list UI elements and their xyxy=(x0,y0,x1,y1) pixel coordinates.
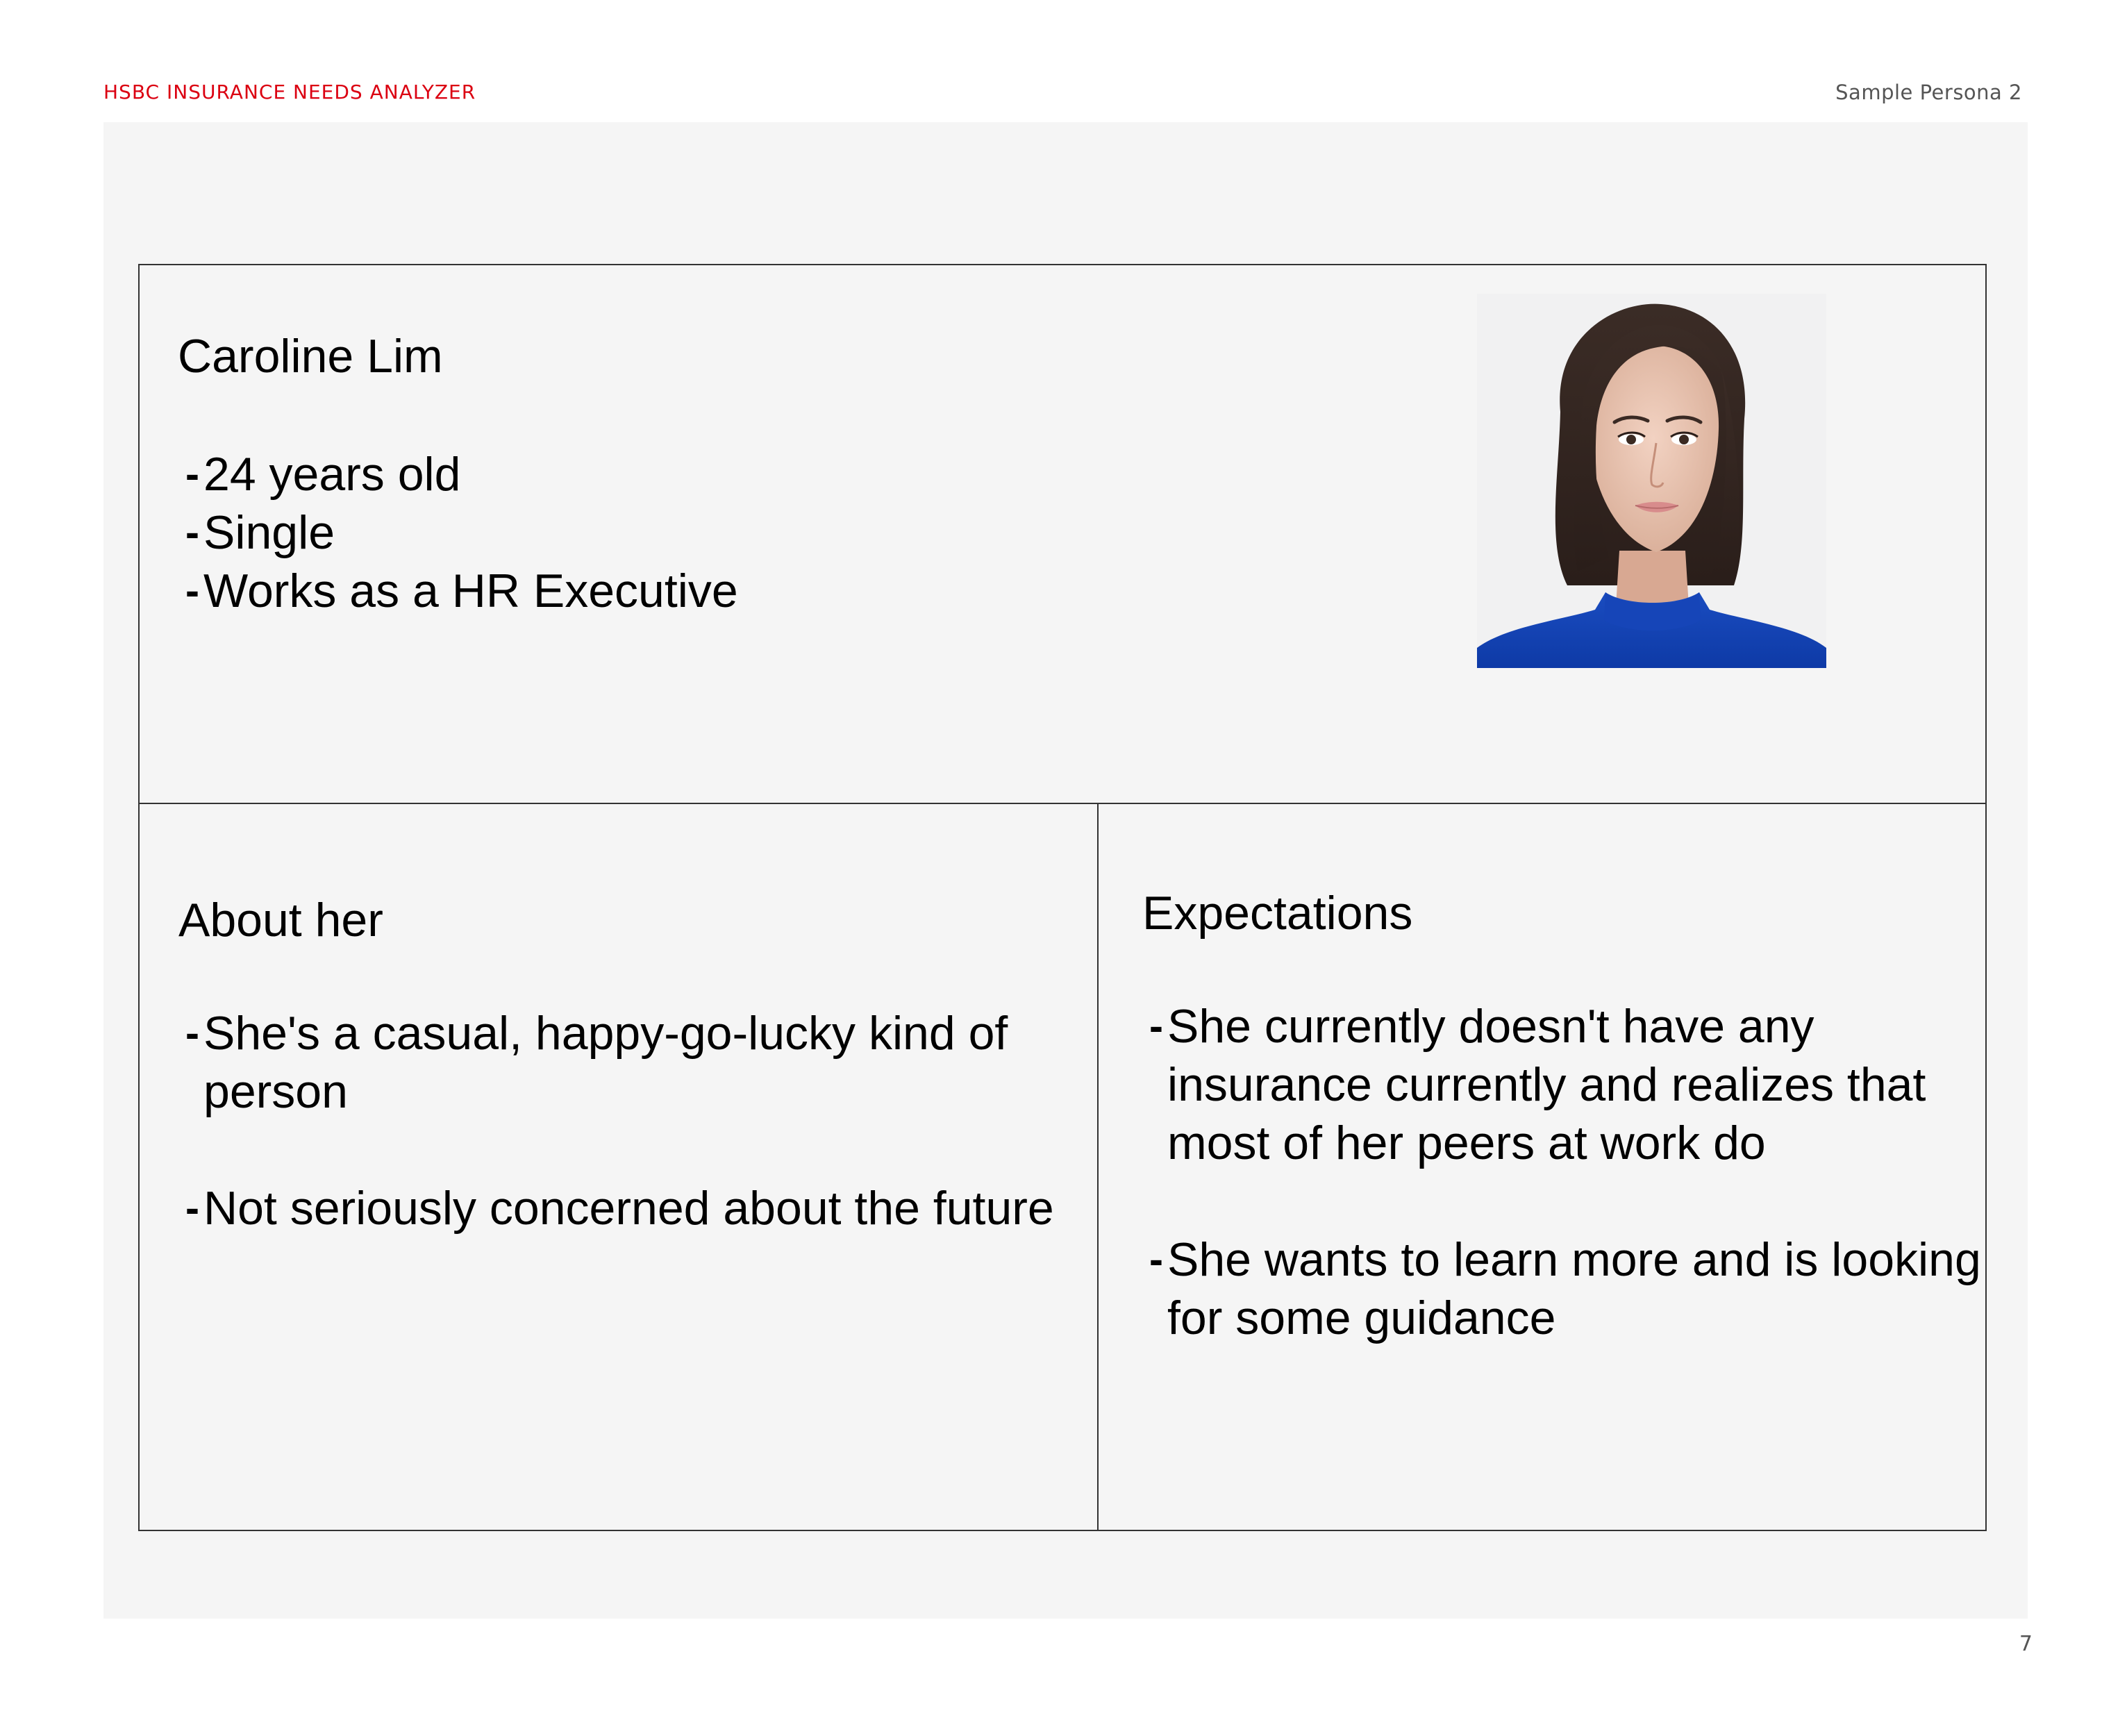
persona-fact-item: -24 years old xyxy=(185,445,1088,503)
persona-name: Caroline Lim xyxy=(178,330,443,383)
expectation-item: - She wants to learn more and is looking … xyxy=(1149,1230,1983,1347)
portrait-illustration xyxy=(1477,294,1826,668)
bullet-dash: - xyxy=(185,509,199,556)
slide-page: HSBC INSURANCE NEEDS ANALYZER Sample Per… xyxy=(0,0,2111,1736)
bullet-dash: - xyxy=(185,451,199,497)
bullet-dash: - xyxy=(185,567,199,614)
bullet-dash: - xyxy=(185,1010,199,1056)
page-number: 7 xyxy=(2019,1632,2033,1656)
bullet-dash: - xyxy=(1149,1236,1163,1283)
content-panel: Caroline Lim -24 years old - Single - Work… xyxy=(103,122,2028,1619)
persona-fact-item: - Works as a HR Executive xyxy=(185,562,1088,620)
bullet-dash: - xyxy=(185,1185,199,1231)
slide-subtitle: Sample Persona 2 xyxy=(1835,81,2022,104)
bullet-dash: - xyxy=(1149,1003,1163,1049)
about-item: - Not seriously concerned about the futur… xyxy=(185,1179,1102,1237)
document-title: HSBC INSURANCE NEEDS ANALYZER xyxy=(103,81,476,103)
expectation-item: - She currently doesn't have any insuranc… xyxy=(1149,997,1983,1172)
persona-facts-list: -24 years old - Single - Works as a HR Exe… xyxy=(185,445,1088,620)
about-item: - She's a casual, happy-go-lucky kind of … xyxy=(185,1004,1102,1121)
expectations-list: - She currently doesn't have any insuranc… xyxy=(1149,997,1983,1347)
expectations-heading: Expectations xyxy=(1142,887,1413,940)
about-her-heading: About her xyxy=(178,894,383,946)
about-her-list: - She's a casual, happy-go-lucky kind of … xyxy=(185,1004,1102,1237)
persona-fact-item: - Single xyxy=(185,503,1088,562)
persona-portrait-photo xyxy=(1477,294,1826,668)
